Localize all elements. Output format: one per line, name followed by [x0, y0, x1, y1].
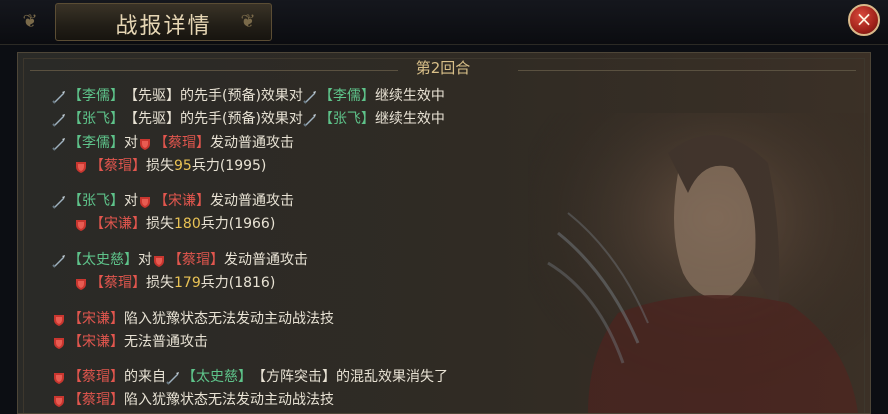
sword-icon — [52, 253, 66, 268]
log-text: 继续生效中 — [374, 88, 445, 104]
log-entry: 【蔡瑁】 陷入犹豫状态无法发动主动战法技 — [52, 389, 334, 411]
general-name: 【蔡瑁】 — [154, 135, 210, 151]
log-text: 损失 — [146, 216, 174, 232]
general-portrait — [528, 113, 868, 413]
dragon-ornament-icon: ❦ — [22, 11, 38, 32]
general-name: 【李儒】 — [68, 88, 124, 104]
shield-icon — [138, 194, 152, 208]
sword-icon — [52, 112, 66, 127]
log-text: 【先驱】的先手(预备)效果对 — [124, 88, 303, 104]
log-entry: 【宋谦】 无法普通攻击 — [52, 331, 208, 353]
sword-icon — [52, 136, 66, 151]
log-text: 发动普通攻击 — [210, 135, 294, 151]
log-text: 损失 — [146, 275, 174, 291]
shield-icon — [74, 276, 88, 290]
log-text: 兵力(1966) — [200, 216, 276, 232]
log-text: 继续生效中 — [374, 111, 445, 127]
shield-icon — [152, 253, 166, 267]
general-name: 【蔡瑁】 — [90, 158, 146, 174]
log-text: 的来自 — [124, 369, 166, 385]
log-text: 陷入犹豫状态无法发动主动战法技 — [124, 311, 334, 327]
log-text: 【方阵突击】的混乱效果消失了 — [252, 369, 448, 385]
general-name: 【李儒】 — [318, 88, 375, 104]
divider — [30, 70, 398, 71]
general-name: 【李儒】 — [68, 135, 124, 151]
log-text: 对 — [124, 193, 138, 209]
log-entry: 【李儒】对【蔡瑁】 发动普通攻击 — [52, 132, 294, 154]
troop-loss-value: 179 — [174, 275, 201, 291]
log-text: 对 — [124, 135, 138, 151]
divider — [518, 70, 856, 71]
general-name: 【张飞】 — [68, 111, 124, 127]
log-text: 发动普通攻击 — [224, 252, 308, 268]
log-entry: 【宋谦】 陷入犹豫状态无法发动主动战法技 — [52, 308, 334, 330]
log-text: 【先驱】的先手(预备)效果对 — [124, 111, 303, 127]
round-title: 第2回合 — [415, 59, 471, 77]
log-text: 兵力(1816) — [200, 275, 276, 291]
log-text: 无法普通攻击 — [124, 334, 208, 350]
general-name: 【太史慈】 — [68, 252, 138, 268]
general-name: 【蔡瑁】 — [90, 275, 146, 291]
battle-report-panel: 第2回合 【李儒】 【先驱】的先手(预备)效果对 【李儒】 继续生效中 【张飞】 【先驱】… — [17, 52, 871, 414]
log-text: 损失 — [146, 158, 174, 174]
general-name: 【蔡瑁】 — [68, 392, 124, 408]
log-entry: 【太史慈】对【蔡瑁】 发动普通攻击 — [52, 249, 308, 271]
general-name: 【宋谦】 — [68, 311, 124, 327]
general-name: 【宋谦】 — [68, 334, 124, 350]
log-text: 陷入犹豫状态无法发动主动战法技 — [124, 392, 334, 408]
sword-icon — [303, 89, 317, 104]
general-name: 【张飞】 — [318, 111, 375, 127]
shield-icon — [74, 217, 88, 231]
log-entry: 【蔡瑁】 的来自 【太史慈】 【方阵突击】的混乱效果消失了 — [52, 366, 448, 388]
troop-loss-value: 95 — [174, 158, 192, 174]
shield-icon — [52, 312, 66, 326]
log-entry: 【宋谦】 损失 180 兵力(1966) — [74, 213, 275, 235]
shield-icon — [52, 393, 66, 407]
sword-icon — [303, 112, 317, 127]
general-name: 【蔡瑁】 — [168, 252, 224, 268]
shield-icon — [52, 370, 66, 384]
sword-icon — [166, 370, 180, 385]
log-entry: 【蔡瑁】 损失 95 兵力(1995) — [74, 155, 266, 177]
general-name: 【蔡瑁】 — [68, 369, 124, 385]
shield-icon — [138, 136, 152, 150]
log-text: 对 — [138, 252, 152, 268]
dragon-ornament-icon: ❦ — [240, 11, 256, 32]
shield-icon — [52, 335, 66, 349]
general-name: 【宋谦】 — [154, 193, 210, 209]
log-text: 发动普通攻击 — [210, 193, 294, 209]
general-name: 【张飞】 — [68, 193, 124, 209]
shield-icon — [74, 159, 88, 173]
troop-loss-value: 180 — [174, 216, 201, 232]
log-entry: 【张飞】对【宋谦】 发动普通攻击 — [52, 190, 294, 212]
sword-icon — [52, 194, 66, 209]
sword-icon — [52, 89, 66, 104]
general-name: 【太史慈】 — [182, 369, 252, 385]
title-bar: ❦ 战报详情 ❦ × — [0, 0, 888, 45]
general-name: 【宋谦】 — [90, 216, 146, 232]
log-entry: 【李儒】 【先驱】的先手(预备)效果对 【李儒】 继续生效中 — [52, 85, 445, 107]
close-button[interactable]: × — [848, 4, 880, 36]
log-entry: 【蔡瑁】 损失 179 兵力(1816) — [74, 272, 275, 294]
log-entry: 【张飞】 【先驱】的先手(预备)效果对 【张飞】 继续生效中 — [52, 108, 445, 130]
log-text: 兵力(1995) — [191, 158, 267, 174]
